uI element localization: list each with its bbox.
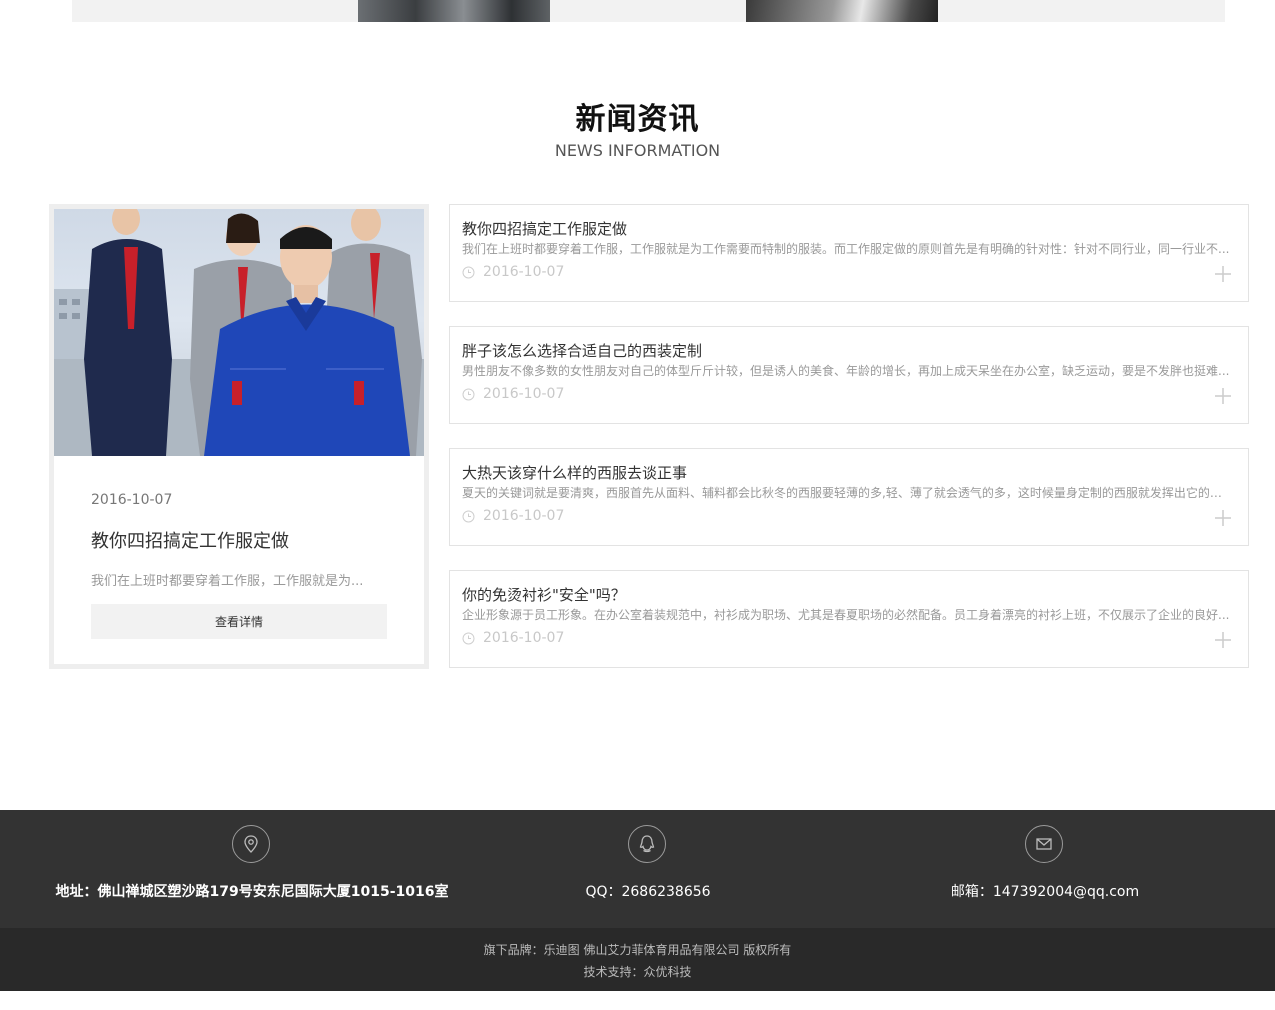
- plus-icon[interactable]: [1214, 265, 1232, 283]
- product-image[interactable]: [358, 0, 550, 22]
- news-title[interactable]: 教你四招搞定工作服定做: [462, 218, 627, 239]
- featured-news-date: 2016-10-07: [91, 492, 173, 508]
- tech-support-text: 技术支持：众优科技: [583, 965, 692, 979]
- news-date: 2016-10-07: [462, 508, 564, 524]
- footer-email-text[interactable]: 邮箱：147392004@qq.com: [925, 881, 1165, 901]
- clock-icon: [462, 266, 475, 278]
- footer-email: 邮箱：147392004@qq.com: [925, 810, 1165, 928]
- news-date: 2016-10-07: [462, 386, 564, 402]
- plus-icon[interactable]: [1214, 631, 1232, 649]
- news-title[interactable]: 大热天该穿什么样的西服去谈正事: [462, 462, 687, 483]
- plus-icon[interactable]: [1214, 509, 1232, 527]
- featured-news-title[interactable]: 教你四招搞定工作服定做: [91, 527, 289, 553]
- clock-icon: [462, 388, 475, 400]
- news-list-item[interactable]: 教你四招搞定工作服定做 我们在上班时都要穿着工作服，工作服就是为工作需要而特制的…: [449, 204, 1249, 302]
- news-date-text: 2016-10-07: [483, 508, 565, 524]
- news-title[interactable]: 你的免烫衬衫"安全"吗？: [462, 584, 626, 605]
- footer-contact: 地址：佛山禅城区塑沙路179号安东尼国际大厦1015-1016室 QQ：2686…: [0, 810, 1275, 928]
- section-title: 新闻资讯: [575, 102, 700, 137]
- featured-news-summary: 我们在上班时都要穿着工作服，工作服就是为...: [91, 574, 364, 589]
- footer-qq: QQ：2686238656: [548, 810, 748, 928]
- workwear-models-illustration: [54, 209, 424, 456]
- news-date: 2016-10-07: [462, 264, 564, 280]
- news-summary: 我们在上班时都要穿着工作服，工作服就是为工作需要而特制的服装。而工作服定做的原则…: [462, 242, 1230, 256]
- news-summary: 夏天的关键词就是要清爽，西服首先从面料、辅料都会比秋冬的西服要轻薄的多,轻、薄了…: [462, 486, 1232, 500]
- qq-icon[interactable]: [628, 825, 666, 863]
- footer-copyright: 旗下品牌：乐迪图 佛山艾力菲体育用品有限公司 版权所有 技术支持：众优科技: [0, 928, 1275, 991]
- news-date: 2016-10-07: [462, 630, 564, 646]
- footer-address-text: 地址：佛山禅城区塑沙路179号安东尼国际大厦1015-1016室: [55, 884, 449, 900]
- clock-icon: [462, 632, 475, 644]
- section-subtitle: NEWS INFORMATION: [554, 141, 721, 160]
- previous-section-strip: [72, 0, 1225, 22]
- mail-icon[interactable]: [1025, 825, 1063, 863]
- footer-address: 地址：佛山禅城区塑沙路179号安东尼国际大厦1015-1016室: [40, 810, 464, 928]
- footer-qq-text[interactable]: QQ：2686238656: [548, 881, 748, 901]
- news-date-text: 2016-10-07: [483, 630, 565, 646]
- news-summary: 企业形象源于员工形象。在办公室着装规范中，衬衫成为职场、尤其是春夏职场的必然配备…: [462, 608, 1230, 622]
- clock-icon: [462, 510, 475, 522]
- news-title[interactable]: 胖子该怎么选择合适自己的西装定制: [462, 340, 702, 361]
- news-date-text: 2016-10-07: [483, 386, 565, 402]
- plus-icon[interactable]: [1214, 387, 1232, 405]
- featured-news-photo[interactable]: [54, 209, 424, 456]
- location-icon: [232, 825, 270, 863]
- news-date-text: 2016-10-07: [483, 264, 565, 280]
- product-image[interactable]: [746, 0, 938, 22]
- news-summary: 男性朋友不像多数的女性朋友对自己的体型斤斤计较，但是诱人的美食、年龄的增长，再加…: [462, 364, 1230, 378]
- news-list-item[interactable]: 大热天该穿什么样的西服去谈正事 夏天的关键词就是要清爽，西服首先从面料、辅料都会…: [449, 448, 1249, 546]
- featured-news-card[interactable]: 2016-10-07 教你四招搞定工作服定做 我们在上班时都要穿着工作服，工作服…: [49, 204, 429, 669]
- view-details-button[interactable]: 查看详情: [91, 604, 387, 639]
- news-list-item[interactable]: 胖子该怎么选择合适自己的西装定制 男性朋友不像多数的女性朋友对自己的体型斤斤计较…: [449, 326, 1249, 424]
- copyright-text: 旗下品牌：乐迪图 佛山艾力菲体育用品有限公司 版权所有: [483, 943, 792, 957]
- news-list-item[interactable]: 你的免烫衬衫"安全"吗？ 企业形象源于员工形象。在办公室着装规范中，衬衫成为职场…: [449, 570, 1249, 668]
